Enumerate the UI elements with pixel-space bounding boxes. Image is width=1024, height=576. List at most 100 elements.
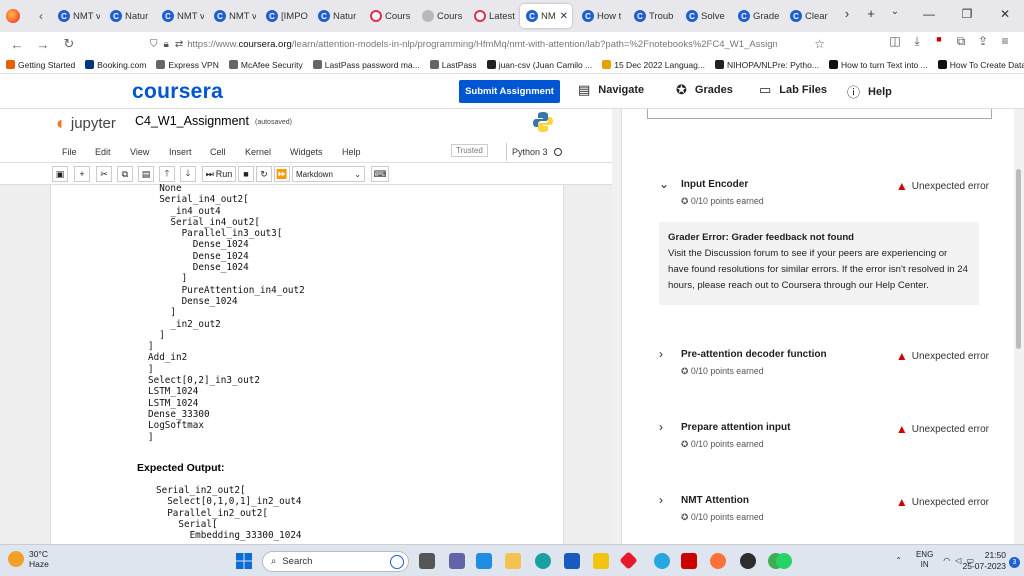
back-icon[interactable]: ←	[4, 37, 30, 52]
bookmark-item[interactable]: Getting Started	[6, 60, 75, 70]
chevron-up-icon[interactable]: ⌃	[895, 556, 902, 565]
extension-mcafee-icon[interactable]: ■	[928, 34, 950, 49]
file-explorer-icon[interactable]	[505, 553, 521, 569]
browser-tab[interactable]: C Natur	[104, 4, 152, 28]
submit-assignment-button[interactable]: Submit Assignment	[459, 80, 560, 103]
cell-type-select[interactable]: Markdown ⌄	[292, 166, 365, 182]
scrollbar-thumb[interactable]	[1016, 169, 1021, 349]
forward-icon[interactable]: →	[30, 37, 56, 52]
menu-view[interactable]: View	[130, 147, 149, 157]
edge-icon[interactable]	[535, 553, 551, 569]
keyboard-icon[interactable]: ⌨	[371, 166, 389, 182]
browser-tab[interactable]: C [IMPO	[260, 4, 308, 28]
browser-tab[interactable]: C NM ✕	[520, 4, 572, 28]
menu-kernel[interactable]: Kernel	[245, 147, 271, 157]
menu-icon[interactable]: ≡	[994, 34, 1016, 49]
browser-tab[interactable]: C Grade	[732, 4, 780, 28]
teams-icon[interactable]	[449, 553, 465, 569]
clock[interactable]: 21:50 25-07-2023	[963, 550, 1006, 572]
move-down-icon[interactable]: 🡓	[180, 166, 196, 182]
new-tab-icon[interactable]: +	[858, 6, 884, 21]
cut-icon[interactable]: ✂	[96, 166, 112, 182]
move-up-icon[interactable]: 🡑	[159, 166, 175, 182]
browser-tab[interactable]: C Solve	[680, 4, 728, 28]
taskbar-search[interactable]: ⌕ Search	[262, 551, 409, 572]
bookmark-item[interactable]: How to turn Text into ...	[828, 60, 928, 70]
wifi-icon[interactable]: ◠	[943, 556, 950, 565]
browser-tab[interactable]: Cours	[364, 4, 412, 28]
tab-list-icon[interactable]: ⌄	[884, 6, 906, 21]
menu-insert[interactable]: Insert	[169, 147, 192, 157]
volume-icon[interactable]: ◁	[955, 556, 961, 565]
grades-button[interactable]: ✪ Grades	[676, 82, 733, 98]
bookmark-item[interactable]: How To Create Data P...	[937, 60, 1024, 70]
menu-file[interactable]: File	[62, 147, 77, 157]
windows-start-icon[interactable]	[236, 553, 252, 569]
extensions-icon[interactable]: ⧉	[950, 34, 972, 49]
browser-tab[interactable]: Cours	[416, 4, 464, 28]
address-bar[interactable]: ⛉ 🔒︎ ⇄ https://www.coursera.org/learn/at…	[150, 35, 825, 53]
navigate-button[interactable]: ▤ Navigate	[578, 82, 644, 98]
browser-tab[interactable]: C Natur	[312, 4, 360, 28]
grader-scrollbar[interactable]	[1014, 109, 1024, 544]
notebook-name[interactable]: C4_W1_Assignment	[135, 114, 249, 128]
notebook-scrollbar[interactable]	[612, 109, 622, 544]
menu-cell[interactable]: Cell	[210, 147, 226, 157]
obs-icon[interactable]	[740, 553, 756, 569]
bookmark-item[interactable]: LastPass	[429, 60, 477, 70]
pocket-icon[interactable]: ◫	[884, 34, 906, 49]
whatsapp-icon[interactable]	[776, 553, 792, 569]
stop-icon[interactable]: ■	[238, 166, 254, 182]
add-cell-icon[interactable]: +	[74, 166, 90, 182]
menu-help[interactable]: Help	[342, 147, 361, 157]
restore-icon[interactable]: ❐	[948, 0, 986, 32]
browser-tab[interactable]: C NMT v	[52, 4, 100, 28]
chevron-right-icon[interactable]: ›	[659, 420, 663, 434]
lock-icon[interactable]: 🔒︎	[164, 39, 169, 50]
download-icon[interactable]: ⤓	[906, 34, 928, 49]
kernel-indicator[interactable]: Python 3	[506, 143, 562, 161]
menu-edit[interactable]: Edit	[95, 147, 111, 157]
bookmark-item[interactable]: LastPass password ma...	[312, 60, 420, 70]
bookmark-item[interactable]: 15 Dec 2022 Languag...	[602, 60, 705, 70]
coursera-logo[interactable]: coursera	[132, 80, 223, 104]
weather-widget[interactable]: 30°C Haze	[8, 549, 49, 569]
bookmark-item[interactable]: Express VPN	[156, 60, 219, 70]
firefox-icon[interactable]	[6, 9, 20, 23]
browser-tab[interactable]: C Clear	[784, 4, 832, 28]
run-button[interactable]: ⏭ Run	[202, 166, 236, 182]
tab-scroll-left-icon[interactable]: ‹	[30, 9, 52, 23]
jupyter-logo[interactable]: ◐ jupyter	[56, 113, 116, 134]
close-window-icon[interactable]: ✕	[986, 0, 1024, 32]
restart-run-all-icon[interactable]: ⏩	[274, 166, 290, 182]
paste-icon[interactable]: ▤	[138, 166, 154, 182]
browser-tab[interactable]: Latest	[468, 4, 516, 28]
firefox-taskbar-icon[interactable]	[710, 553, 726, 569]
bookmark-item[interactable]: McAfee Security	[228, 60, 303, 70]
chevron-right-icon[interactable]: ›	[659, 493, 663, 507]
word-icon[interactable]	[564, 553, 580, 569]
tab-scroll-right-icon[interactable]: ›	[836, 6, 858, 21]
bookmark-item[interactable]: Booking.com	[85, 60, 146, 70]
language-indicator[interactable]: ENG IN	[916, 550, 933, 570]
share-icon[interactable]: ⇪	[972, 34, 994, 49]
shield-icon[interactable]: ⛉	[150, 39, 158, 50]
bookmark-item[interactable]: NIHOPA/NLPre: Pytho...	[714, 60, 819, 70]
app-icon[interactable]	[654, 553, 670, 569]
anydesk-icon[interactable]	[619, 551, 638, 570]
permissions-icon[interactable]: ⇄	[175, 39, 183, 50]
menu-widgets[interactable]: Widgets	[290, 147, 323, 157]
lab-files-button[interactable]: ▭ Lab Files	[759, 82, 827, 98]
browser-tab[interactable]: C NMT v	[208, 4, 256, 28]
browser-tab[interactable]: C NMT v	[156, 4, 204, 28]
mcafee-icon[interactable]	[681, 553, 697, 569]
restart-icon[interactable]: ↻	[256, 166, 272, 182]
close-tab-icon[interactable]: ✕	[560, 11, 568, 22]
copy-icon[interactable]: ⧉	[117, 166, 133, 182]
store-icon[interactable]	[476, 553, 492, 569]
minimize-icon[interactable]: —	[910, 0, 948, 32]
sticky-folder-icon[interactable]	[593, 553, 609, 569]
save-icon[interactable]: ▣	[52, 166, 68, 182]
browser-tab[interactable]: C How t	[576, 4, 624, 28]
browser-tab[interactable]: C Troub	[628, 4, 676, 28]
